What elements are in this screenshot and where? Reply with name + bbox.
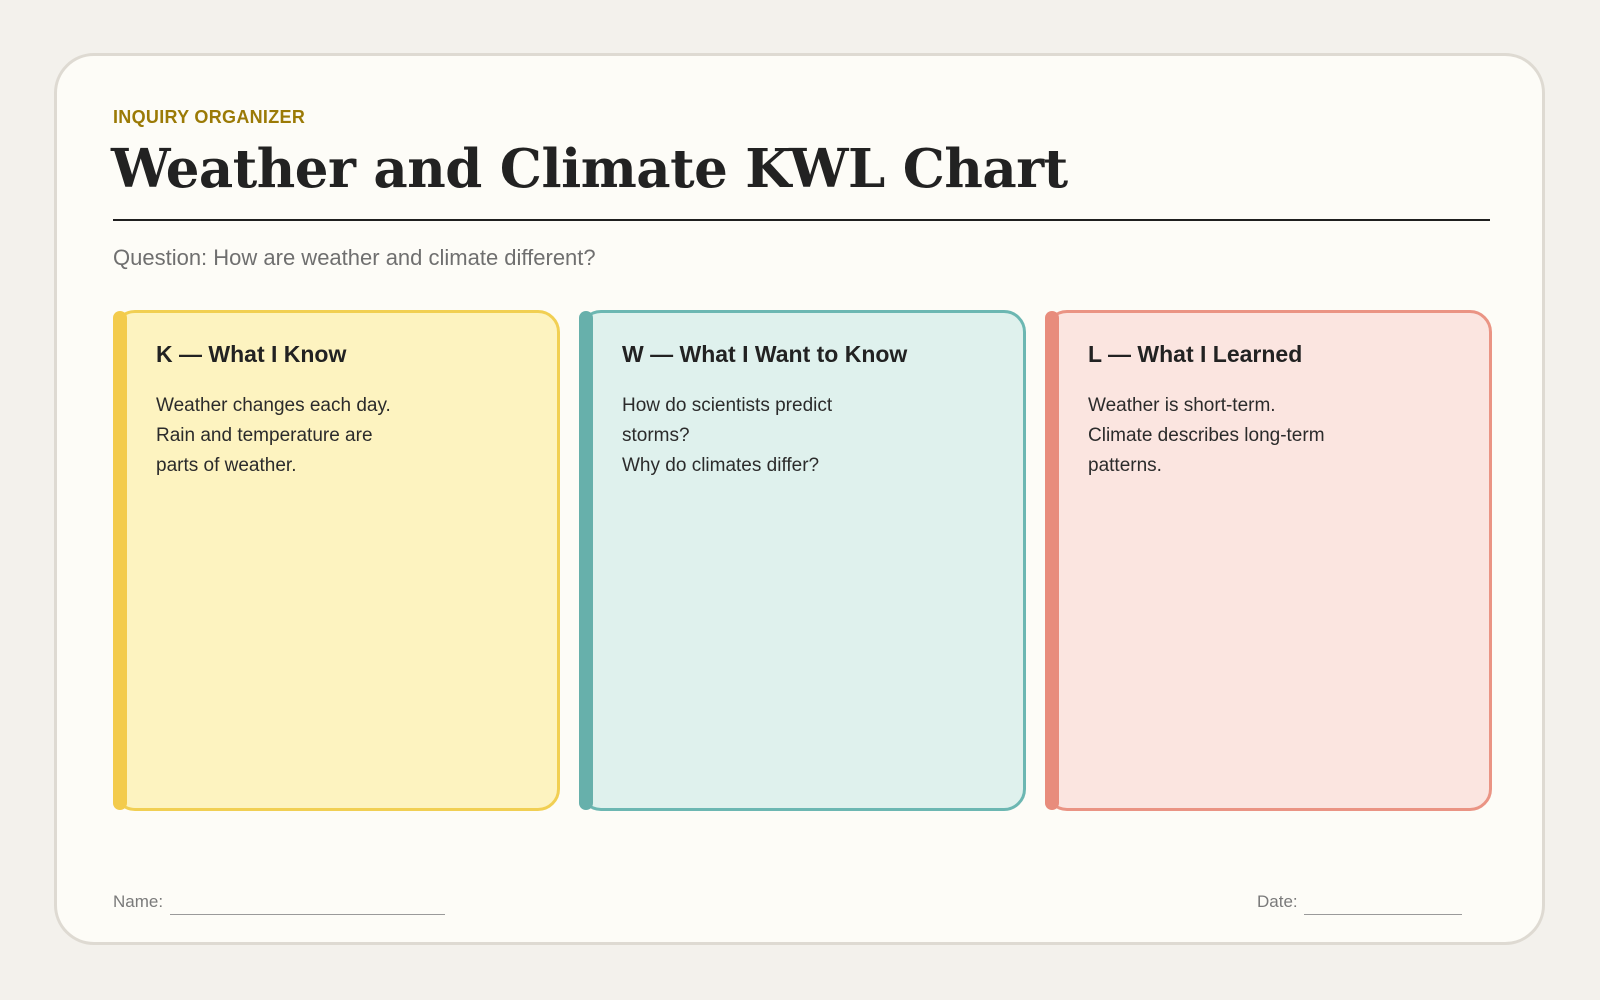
guiding-question: Question: How are weather and climate di… [113,245,596,270]
column-line: patterns. [1088,455,1162,476]
name-label: Name: [113,892,164,911]
date-label: Date: [1257,892,1298,911]
column-line: parts of weather. [156,455,297,476]
column-line: Weather changes each day. [156,395,391,416]
column-line: storms? [622,425,690,446]
column-accent-bar [113,311,127,810]
column-text-area[interactable]: Weather is short-term. Climate describes… [1088,391,1348,481]
column-heading: K — What I Know [156,341,347,367]
column-heading: L — What I Learned [1088,341,1303,367]
name-field[interactable] [170,914,445,915]
date-field[interactable] [1304,914,1462,915]
column-heading: W — What I Want to Know [622,341,908,367]
column-line: Weather is short-term. [1088,395,1276,416]
column-accent-bar [1045,311,1059,810]
column-accent-bar [579,311,593,810]
column-text-area[interactable]: How do scientists predict storms? Why do… [622,391,882,481]
column-line: Climate describes long-term [1088,425,1325,446]
column-line: Why do climates differ? [622,455,820,476]
title-divider [113,219,1490,221]
page-title: Weather and Climate KWL Chart [111,138,1068,200]
kwl-column-want: W — What I Want to Know How do scientist… [579,310,1026,811]
worksheet-card: INQUIRY ORGANIZER Weather and Climate KW… [54,53,1545,945]
kwl-column-know: K — What I Know Weather changes each day… [113,310,560,811]
column-text-area[interactable]: Weather changes each day. Rain and tempe… [156,391,416,481]
column-line: How do scientists predict [622,395,833,416]
eyebrow-label: INQUIRY ORGANIZER [113,107,306,127]
kwl-column-learned: L — What I Learned Weather is short-term… [1045,310,1492,811]
column-line: Rain and temperature are [156,425,373,446]
